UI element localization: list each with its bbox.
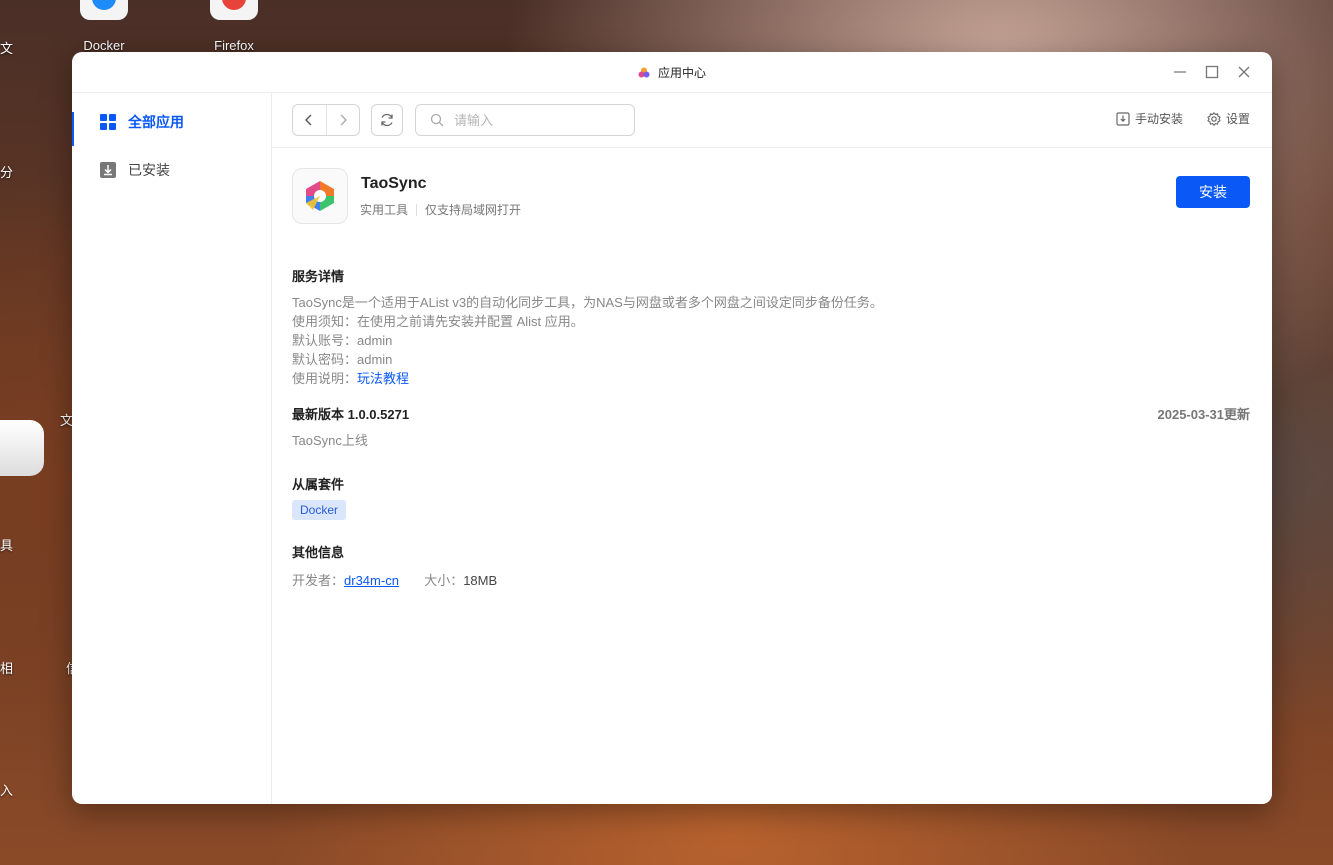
details-line: 使用须知：在使用之前请先安装并配置 Alist 应用。 <box>292 314 584 329</box>
details-line: 使用说明：玩法教程 <box>292 369 1250 388</box>
sidebar-item-all-apps[interactable]: 全部应用 <box>72 98 271 146</box>
other-info-title: 其他信息 <box>292 545 345 560</box>
desktop-edge-text: 入 <box>0 783 14 798</box>
app-tags: 实用工具 仅支持局域网打开 <box>360 201 521 218</box>
version-note: TaoSync上线 <box>292 433 368 448</box>
app-header: TaoSync 实用工具 仅支持局域网打开 安装 <box>292 168 1250 224</box>
gear-icon <box>1207 111 1221 126</box>
desktop-icon-label: Docker <box>83 38 125 53</box>
taosync-logo-icon <box>292 168 348 224</box>
size-value: 18MB <box>463 573 498 588</box>
refresh-button[interactable] <box>371 104 403 136</box>
sidebar-item-installed[interactable]: 已安装 <box>72 146 271 194</box>
install-button[interactable]: 安装 <box>1176 176 1250 208</box>
version-row: 最新版本 1.0.0.5271 2025-03-31更新 <box>292 404 1250 423</box>
close-button[interactable] <box>1234 62 1254 82</box>
back-button[interactable] <box>293 105 326 135</box>
window-title: 应用中心 <box>72 64 1272 81</box>
nav-buttons <box>292 104 360 136</box>
settings-label: 设置 <box>1225 112 1250 126</box>
developer-link[interactable]: dr34m-cn <box>344 573 399 588</box>
network-note: 仅支持局域网打开 <box>425 203 522 217</box>
title-bar[interactable]: 应用中心 <box>72 52 1272 93</box>
other-info-row: 开发者：dr34m-cn 大小：18MB <box>292 570 1250 589</box>
manual-install-button[interactable]: 手动安装 <box>1116 110 1183 127</box>
docker-icon <box>80 0 128 20</box>
window-title-text: 应用中心 <box>657 66 706 80</box>
manual-install-label: 手动安装 <box>1134 112 1183 126</box>
firefox-icon <box>210 0 258 20</box>
sidebar-item-label: 全部应用 <box>128 114 184 130</box>
main-panel: 手动安装 设置 <box>272 92 1272 804</box>
desktop-icon-docker[interactable]: Docker <box>64 0 144 53</box>
maximize-button[interactable] <box>1202 62 1222 82</box>
minimize-button[interactable] <box>1170 62 1190 82</box>
app-center-window: 应用中心 全部应用 已安装 请输入 手动安装 设置 TaoSync 实用工具 仅… <box>72 52 1272 804</box>
desktop-icon-label: Firefox <box>214 38 254 53</box>
settings-button[interactable]: 设置 <box>1207 110 1250 127</box>
size-label: 大小： <box>424 573 464 588</box>
app-name: TaoSync <box>361 175 427 192</box>
desktop-edge-text: 具 <box>0 538 14 553</box>
search-input[interactable] <box>452 111 616 129</box>
tutorial-link[interactable]: 玩法教程 <box>357 371 409 386</box>
minimize-icon <box>1174 71 1186 73</box>
details-line: 默认账号：admin <box>292 333 393 348</box>
search-box <box>415 104 635 136</box>
sidebar-item-label: 已安装 <box>128 162 170 178</box>
wallpaper-candle <box>0 420 44 476</box>
close-icon <box>1238 66 1250 78</box>
search-icon <box>430 113 444 127</box>
desktop-edge-text: 相 <box>0 661 14 676</box>
details-body: TaoSync是一个适用于AList v3的自动化同步工具，为NAS与网盘或者多… <box>292 293 1250 388</box>
suite-tag[interactable]: Docker <box>292 500 347 520</box>
maximize-icon <box>1205 65 1219 79</box>
tag-divider <box>416 203 418 216</box>
toolbar: 手动安装 设置 <box>272 92 1272 148</box>
forward-button[interactable] <box>325 105 360 135</box>
developer-label: 开发者： <box>292 573 345 588</box>
app-detail: TaoSync 实用工具 仅支持局域网打开 安装 服务详情 TaoSync是一个… <box>292 168 1250 589</box>
details-line: TaoSync是一个适用于AList v3的自动化同步工具，为NAS与网盘或者多… <box>292 295 883 310</box>
app-center-icon <box>638 67 650 78</box>
version-title: 最新版本 1.0.0.5271 <box>292 407 410 422</box>
chevron-right-icon <box>340 114 347 126</box>
toolbar-actions: 手动安装 设置 <box>1116 110 1250 127</box>
suite-title: 从属套件 <box>292 477 345 492</box>
chevron-left-icon <box>305 114 312 126</box>
details-line: 默认密码：admin <box>292 352 393 367</box>
app-category: 实用工具 <box>360 203 409 217</box>
sidebar: 全部应用 已安装 <box>72 92 272 804</box>
refresh-icon <box>381 113 393 127</box>
version-date: 2025-03-31更新 <box>1157 407 1251 422</box>
desktop-icon-firefox[interactable]: Firefox <box>194 0 274 53</box>
grid-icon <box>100 114 116 130</box>
upload-icon <box>1116 111 1130 126</box>
download-icon <box>100 162 116 178</box>
details-title: 服务详情 <box>292 269 345 284</box>
usage-label: 使用说明： <box>292 371 358 386</box>
desktop-edge-text: 文 <box>0 41 14 56</box>
desktop-edge-text: 分 <box>0 165 14 180</box>
